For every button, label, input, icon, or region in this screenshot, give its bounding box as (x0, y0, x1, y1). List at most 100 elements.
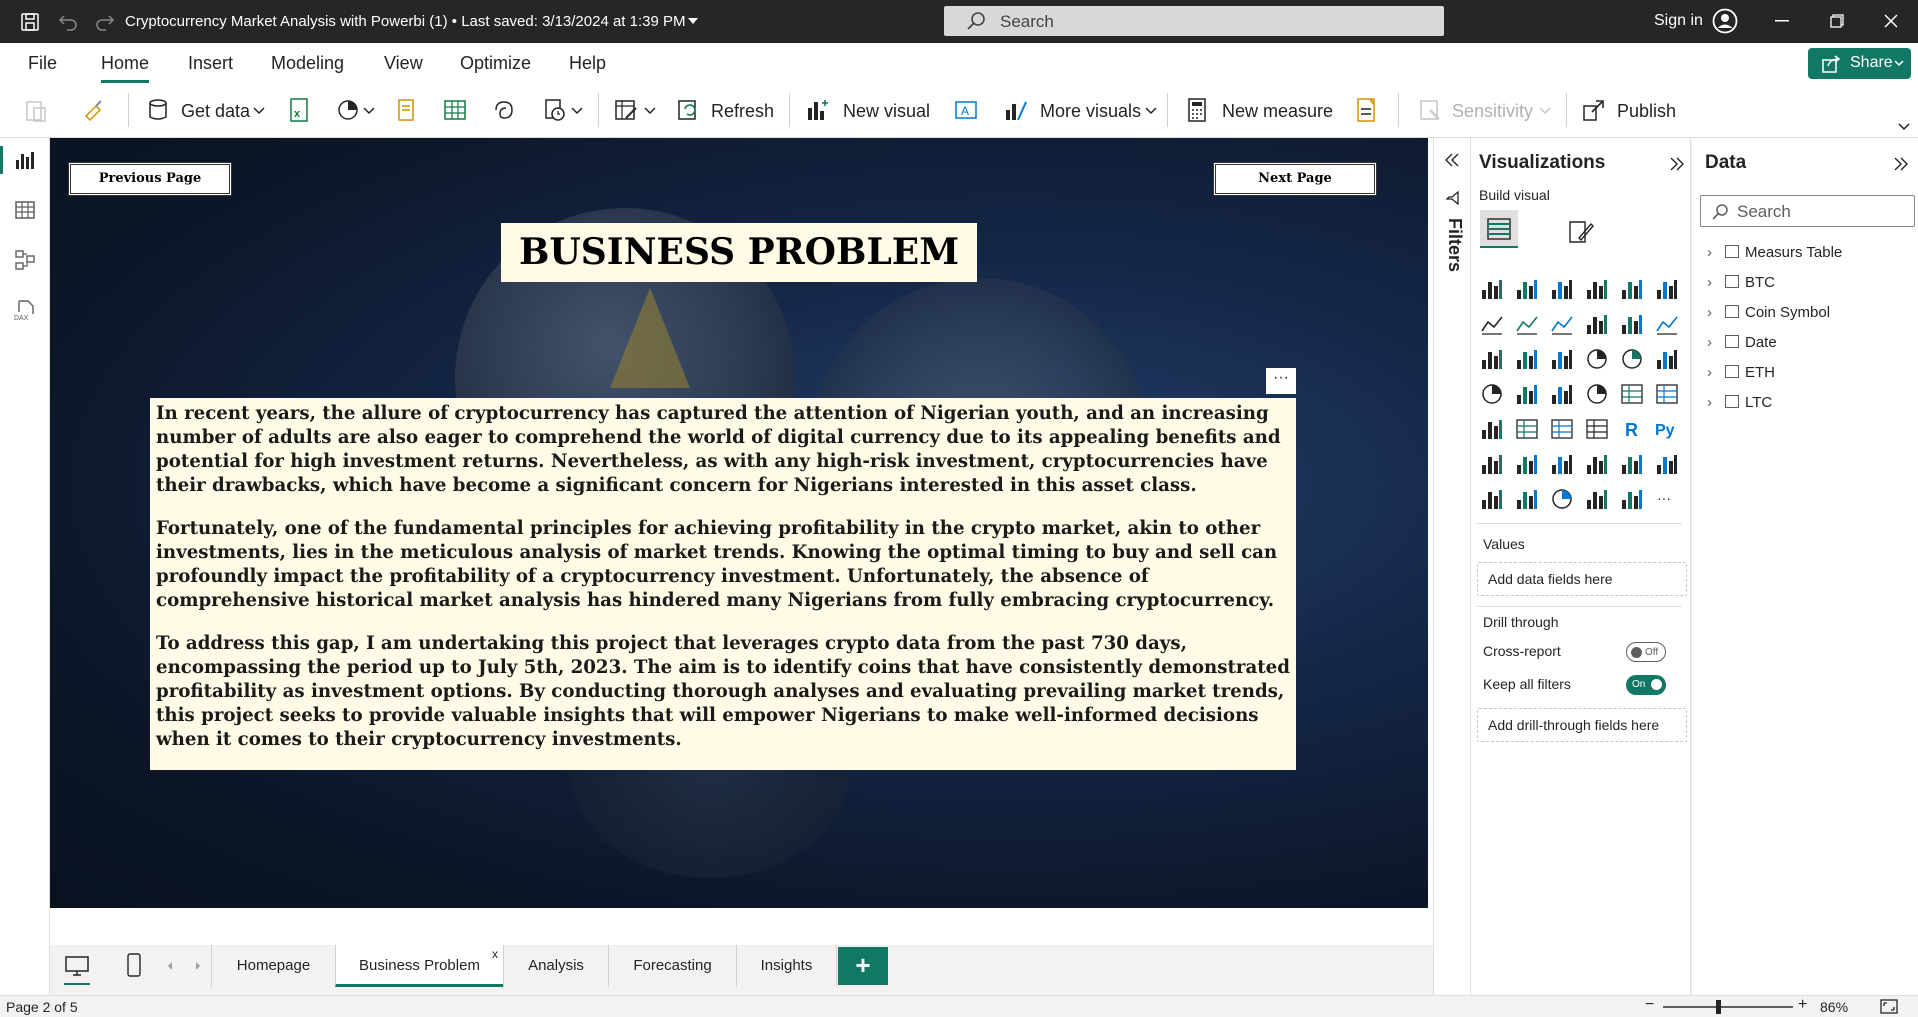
model-view-icon[interactable] (13, 248, 37, 272)
donut-icon[interactable] (1619, 346, 1645, 372)
clustered-column-icon[interactable] (1584, 276, 1610, 302)
table-view-icon[interactable] (13, 198, 37, 222)
matrix-icon[interactable] (1584, 416, 1610, 442)
quick-measure-icon[interactable] (1352, 96, 1380, 124)
new-measure-button[interactable]: New measure (1222, 101, 1333, 122)
enter-data-icon[interactable] (441, 96, 469, 124)
chevron-icon[interactable] (1619, 486, 1645, 512)
previous-page-button[interactable]: Previous Page (68, 162, 232, 196)
database-icon[interactable] (144, 96, 172, 124)
chevron-down-icon[interactable] (643, 96, 657, 124)
drill-through-dropzone[interactable]: Add drill-through fields here (1477, 708, 1687, 742)
more-options-button[interactable]: ··· (1266, 368, 1296, 394)
chevron-down-icon[interactable] (252, 96, 266, 124)
refresh-button[interactable]: Refresh (711, 101, 774, 122)
expand-filters-icon[interactable] (1444, 152, 1460, 168)
page-tab-homepage[interactable]: Homepage (211, 945, 336, 987)
pie-icon[interactable] (1584, 346, 1610, 372)
refresh-icon[interactable] (674, 96, 702, 124)
stacked-bar-icon[interactable] (1479, 276, 1505, 302)
page-tab-analysis[interactable]: Analysis (503, 945, 609, 987)
data-search-input[interactable]: Search (1700, 195, 1915, 227)
stacked-area-icon[interactable] (1549, 311, 1575, 337)
format-painter-icon[interactable] (80, 96, 108, 124)
share-button[interactable]: Share (1808, 48, 1911, 79)
transform-data-icon[interactable] (612, 96, 640, 124)
collapse-pane-icon[interactable] (1669, 156, 1685, 172)
funnel-icon[interactable] (1514, 346, 1540, 372)
zoom-out-icon[interactable]: − (1645, 996, 1654, 1014)
card-icon[interactable] (1619, 381, 1645, 407)
text-box-icon[interactable]: A (952, 96, 980, 124)
treemap-icon[interactable] (1654, 346, 1680, 372)
new-visual-icon[interactable] (804, 96, 832, 124)
area-icon[interactable] (1514, 311, 1540, 337)
tab-help[interactable]: Help (569, 53, 606, 74)
desktop-layout-icon[interactable] (64, 955, 90, 977)
minimize-icon[interactable] (1775, 20, 1789, 22)
stacked-column-icon[interactable] (1514, 276, 1540, 302)
title-dropdown-icon[interactable] (688, 18, 698, 26)
filters-pane-collapsed[interactable]: Filters (1433, 138, 1471, 995)
arcgis-icon[interactable] (1549, 486, 1575, 512)
data-table-item[interactable]: › BTC (1707, 274, 1775, 291)
close-page-icon[interactable]: x (492, 933, 498, 975)
paginated-icon[interactable] (1619, 451, 1645, 477)
zoom-slider-thumb[interactable] (1716, 1000, 1721, 1014)
filled-map-icon[interactable] (1514, 381, 1540, 407)
r-visual-icon[interactable]: R (1619, 416, 1645, 442)
new-visual-button[interactable]: New visual (843, 101, 930, 122)
save-icon[interactable] (18, 10, 42, 34)
power-bi-datasets-icon[interactable] (334, 96, 362, 124)
restore-icon[interactable] (1830, 14, 1844, 28)
slicer-icon[interactable] (1514, 416, 1540, 442)
kpi-icon[interactable] (1479, 416, 1505, 442)
build-visual-tab[interactable] (1480, 210, 1518, 248)
tab-optimize[interactable]: Optimize (460, 53, 531, 74)
qa-icon[interactable] (1549, 451, 1575, 477)
publish-button[interactable]: Publish (1617, 101, 1676, 122)
global-search[interactable]: Search (944, 6, 1444, 36)
keep-filters-toggle[interactable]: On (1626, 675, 1666, 695)
cross-report-toggle[interactable]: Off (1626, 642, 1666, 662)
map-icon[interactable] (1479, 381, 1505, 407)
account-icon[interactable] (1712, 8, 1738, 34)
decomposition-tree-icon[interactable] (1514, 451, 1540, 477)
close-icon[interactable] (1884, 14, 1898, 28)
dataverse-icon[interactable] (490, 96, 518, 124)
data-table-item[interactable]: › ETH (1707, 364, 1775, 381)
report-view-icon[interactable] (13, 148, 37, 172)
recent-sources-icon[interactable] (541, 96, 569, 124)
key-influencers-icon[interactable] (1479, 451, 1505, 477)
metrics-icon[interactable] (1654, 451, 1680, 477)
waterfall-icon[interactable] (1479, 346, 1505, 372)
data-table-item[interactable]: › Date (1707, 334, 1777, 351)
mobile-layout-icon[interactable] (126, 953, 142, 977)
scroll-right-icon[interactable] (194, 961, 202, 971)
scroll-left-icon[interactable] (166, 961, 174, 971)
collapse-pane-icon[interactable] (1893, 156, 1909, 172)
data-table-item[interactable]: › Measurs Table (1707, 244, 1842, 261)
values-dropzone[interactable]: Add data fields here (1477, 562, 1687, 596)
undo-icon[interactable] (56, 10, 80, 34)
table-icon[interactable] (1549, 416, 1575, 442)
python-visual-icon[interactable]: Py (1654, 416, 1680, 442)
line-column-icon[interactable] (1584, 311, 1610, 337)
diamond-icon[interactable] (1584, 486, 1610, 512)
chevron-down-icon[interactable] (1144, 96, 1158, 124)
clustered-bar-icon[interactable] (1549, 276, 1575, 302)
azure-map-icon[interactable] (1549, 381, 1575, 407)
scatter-icon[interactable] (1549, 346, 1575, 372)
page-tab-insights[interactable]: Insights (736, 945, 837, 987)
redo-icon[interactable] (93, 10, 117, 34)
add-page-button[interactable]: + (838, 947, 888, 985)
business-problem-textbox[interactable]: In recent years, the allure of cryptocur… (150, 398, 1296, 770)
100-bar-icon[interactable] (1619, 276, 1645, 302)
next-page-button[interactable]: Next Page (1213, 162, 1377, 196)
line-icon[interactable] (1479, 311, 1505, 337)
more-visuals-icon[interactable]: ··· (1654, 486, 1680, 512)
tab-file[interactable]: File (28, 53, 57, 74)
tab-view[interactable]: View (384, 53, 423, 74)
more-visuals-button[interactable]: More visuals (1040, 101, 1141, 122)
calculator-icon[interactable] (1183, 96, 1211, 124)
